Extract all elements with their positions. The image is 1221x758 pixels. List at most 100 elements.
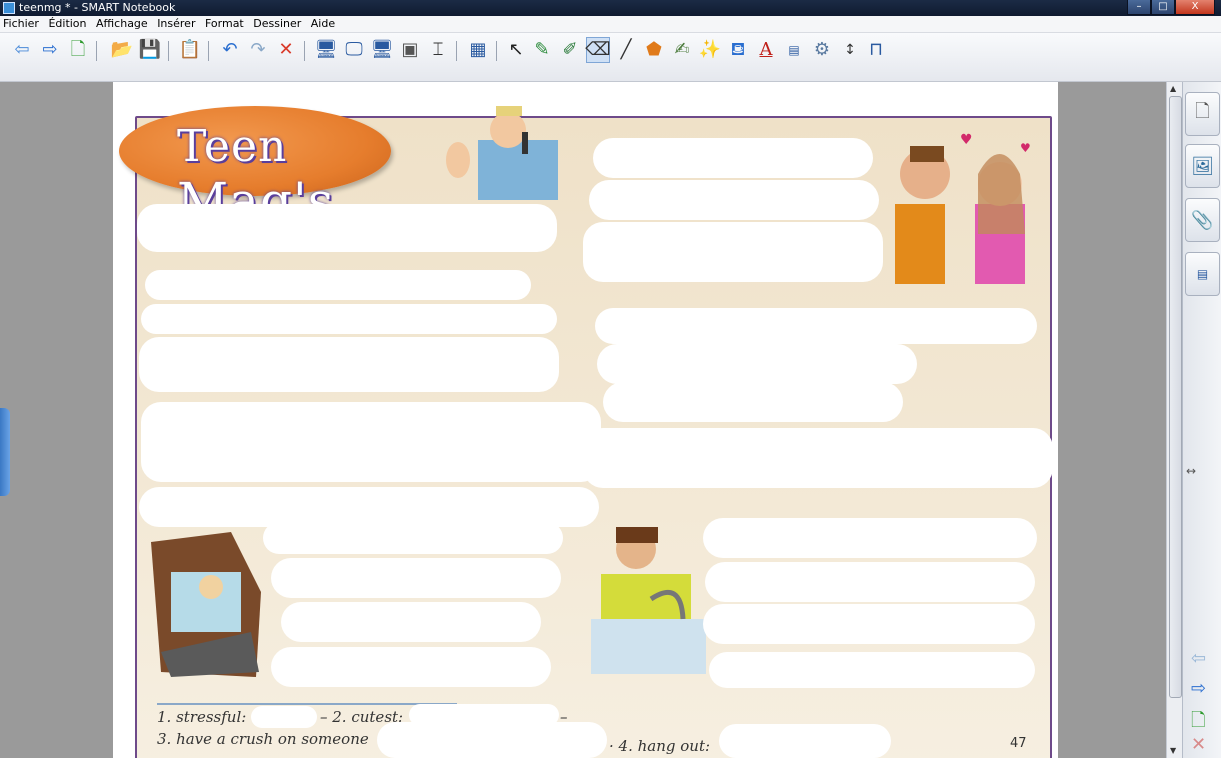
toolbar-separator xyxy=(496,41,497,61)
capture-icon[interactable]: ▣ xyxy=(398,37,422,63)
redaction-blob xyxy=(281,602,541,642)
open-folder-icon[interactable]: 📂 xyxy=(110,37,134,63)
pen-icon[interactable]: ✎ xyxy=(530,37,554,63)
scroll-down-icon[interactable]: ▼ xyxy=(1170,746,1176,755)
screen-shade-icon[interactable]: 🖥 xyxy=(314,37,338,63)
exercise-item-1: 1. stressful: xyxy=(157,708,247,726)
notebook-page[interactable]: Teen Mag's ♥ ♥ 1. stressful: – 2. cutest… xyxy=(113,82,1058,758)
gallery-icon[interactable]: 🖼 xyxy=(1185,144,1220,188)
answer-blank xyxy=(719,724,891,758)
title-bar: teenmg * - SMART Notebook – □ X xyxy=(0,0,1221,16)
full-screen-icon[interactable]: 🖵 xyxy=(342,37,366,63)
exercise-item-3: 3. have a crush on someone xyxy=(157,730,369,748)
creative-pen-icon[interactable]: ✐ xyxy=(558,37,582,63)
side-panel-collapse-tab[interactable] xyxy=(0,408,10,496)
previous-page-icon[interactable]: ⇦ xyxy=(1191,648,1206,669)
redaction-blob xyxy=(589,180,879,220)
toolbar-separator xyxy=(304,41,305,61)
next-page-icon[interactable]: ⇨ xyxy=(1191,678,1206,699)
redaction-blob xyxy=(137,204,557,252)
svg-text:♥: ♥ xyxy=(960,132,973,148)
smart-notebook-app-icon xyxy=(3,2,15,14)
logo-word-teen: Teen xyxy=(177,121,288,172)
toolbar-separator xyxy=(208,41,209,61)
back-arrow-icon[interactable]: ⇦ xyxy=(10,37,34,63)
scroll-up-icon[interactable]: ▲ xyxy=(1170,84,1176,93)
redaction-blob xyxy=(145,270,531,300)
redaction-blob xyxy=(139,337,559,392)
dual-display-icon[interactable]: 🖥 xyxy=(370,37,394,63)
shapes-icon[interactable]: ⬟ xyxy=(642,37,666,63)
measure-icon[interactable]: ⚙ xyxy=(810,37,834,63)
menu-fichier[interactable]: Fichier xyxy=(0,16,42,32)
presentation-icon[interactable]: ⊓ xyxy=(864,37,888,63)
forward-arrow-icon[interactable]: ⇨ xyxy=(38,37,62,63)
redaction-blob xyxy=(141,402,601,482)
close-button[interactable]: X xyxy=(1175,0,1215,15)
redaction-blob xyxy=(141,304,557,334)
magic-pen-icon[interactable]: ✨ xyxy=(698,37,722,63)
redo-icon[interactable]: ↷ xyxy=(246,37,270,63)
boy-washing-dishes-illustration xyxy=(591,527,706,674)
attachments-icon[interactable]: 📎 xyxy=(1185,198,1220,242)
toolbar-separator xyxy=(96,41,97,61)
redaction-blob xyxy=(705,562,1035,602)
teen-mags-logo: Teen Mag's xyxy=(119,106,391,230)
main-toolbar: ⇦ ⇨ 🗋 📂 💾 📋 ↶ ↷ ✕ 🖥 🖵 🖥 ▣ ⌶ ▦ ↖ ✎ ✐ ⌫ ╱ … xyxy=(0,33,1221,82)
toolbar-separator xyxy=(456,41,457,61)
properties-tab-icon[interactable]: ▤ xyxy=(1185,252,1220,296)
vertical-scrollbar[interactable]: ▲ ▼ xyxy=(1166,82,1183,758)
line-icon[interactable]: ╱ xyxy=(614,37,638,63)
page-number: 47 xyxy=(1010,736,1027,751)
paste-icon[interactable]: 📋 xyxy=(178,37,202,63)
eraser-icon[interactable]: ⌫ xyxy=(585,37,611,63)
window-controls: – □ X xyxy=(1127,0,1215,16)
redaction-blob xyxy=(583,428,1053,488)
side-panel: 🗋 🖼 📎 ▤ ⇦ ⇨ 🗋 ✕ xyxy=(1182,82,1221,758)
answer-blank xyxy=(251,706,317,728)
menu-inserer[interactable]: Insérer xyxy=(154,16,198,32)
exercise-rule xyxy=(157,703,457,705)
toolbar-separator xyxy=(168,41,169,61)
man-on-phone-illustration xyxy=(446,106,558,200)
table-icon[interactable]: ▦ xyxy=(466,37,490,63)
move-toolbar-icon[interactable]: ↕ xyxy=(838,37,862,63)
menu-bar: Fichier Édition Affichage Insérer Format… xyxy=(0,16,1221,33)
delete-page-icon[interactable]: ✕ xyxy=(1191,734,1206,755)
menu-dessiner[interactable]: Dessiner xyxy=(250,16,304,32)
properties-icon[interactable]: ▤ xyxy=(782,37,806,63)
delete-icon[interactable]: ✕ xyxy=(274,37,298,63)
redaction-blob xyxy=(595,308,1037,344)
redaction-blob xyxy=(703,604,1035,644)
redaction-blob xyxy=(603,382,903,422)
couple-illustration: ♥ ♥ xyxy=(895,132,1031,284)
redaction-blob xyxy=(271,558,561,598)
resize-panel-icon[interactable]: ↔ xyxy=(1186,464,1196,478)
redaction-blob xyxy=(583,222,883,282)
redaction-blob xyxy=(597,344,917,384)
redaction-blob xyxy=(139,487,599,527)
menu-edition[interactable]: Édition xyxy=(45,16,89,32)
document-camera-icon[interactable]: ⌶ xyxy=(426,37,450,63)
person-in-bed-illustration xyxy=(151,532,261,677)
text-icon[interactable]: A xyxy=(754,37,778,63)
answer-blank xyxy=(377,722,607,758)
shape-pen-icon[interactable]: ✍ xyxy=(670,37,694,63)
undo-icon[interactable]: ↶ xyxy=(218,37,242,63)
minimize-button[interactable]: – xyxy=(1127,0,1151,15)
exercise-item-4: · 4. hang out: xyxy=(609,737,711,755)
workspace: Teen Mag's ♥ ♥ 1. stressful: – 2. cutest… xyxy=(0,82,1166,758)
page-sorter-icon[interactable]: 🗋 xyxy=(1185,92,1220,136)
menu-format[interactable]: Format xyxy=(202,16,247,32)
redaction-blob xyxy=(593,138,873,178)
menu-affichage[interactable]: Affichage xyxy=(93,16,151,32)
save-icon[interactable]: 💾 xyxy=(138,37,162,63)
scroll-thumb[interactable] xyxy=(1169,96,1182,698)
add-page-icon[interactable]: 🗋 xyxy=(66,37,90,63)
select-arrow-icon[interactable]: ↖ xyxy=(504,37,528,63)
redaction-blob xyxy=(703,518,1037,558)
fill-icon[interactable]: ⛾ xyxy=(726,37,750,63)
redaction-blob xyxy=(709,652,1035,688)
menu-aide[interactable]: Aide xyxy=(308,16,338,32)
maximize-button[interactable]: □ xyxy=(1151,0,1175,15)
